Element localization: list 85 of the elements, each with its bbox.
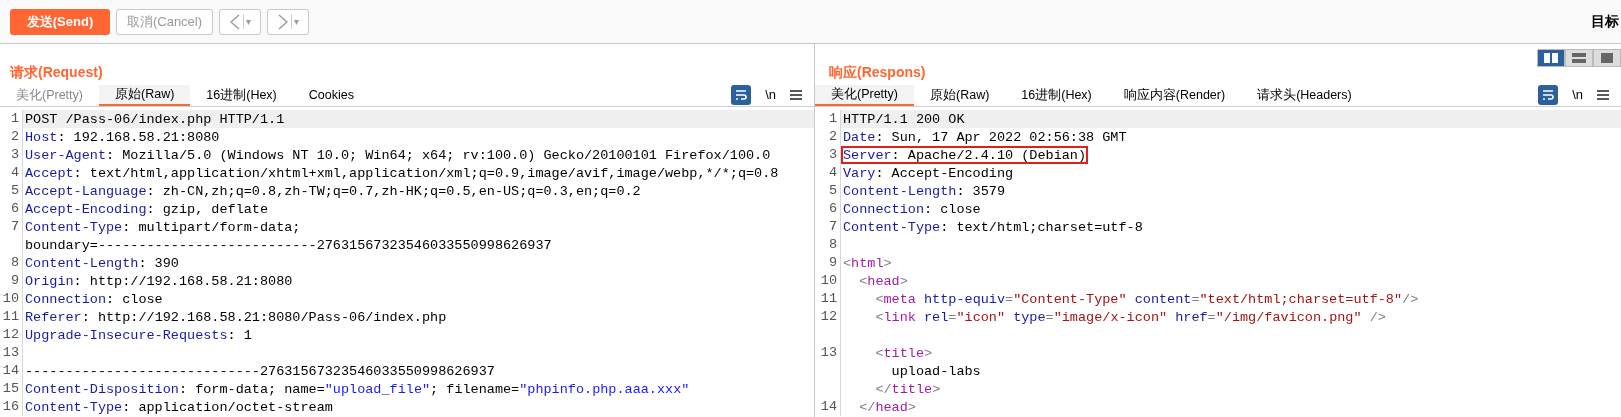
tab[interactable]: 原始(Raw) [99,85,191,106]
wrap-icon[interactable] [731,84,752,105]
code-line: Host: 192.168.58.21:8080 [24,129,221,146]
columns-icon [1544,53,1558,63]
rows-icon [1572,53,1586,63]
code-line: Upgrade-Insecure-Requests: 1 [24,327,253,344]
line-number: 15 [2,381,19,396]
tab[interactable]: 请求头(Headers) [1241,85,1368,106]
line-number: 6 [828,201,837,216]
tab[interactable]: 16进制(Hex) [190,85,293,106]
code-line: Date: Sun, 17 Apr 2022 02:56:38 GMT [842,129,1128,146]
line-number: 11 [820,291,837,306]
code-line: Content-Disposition: form-data; name="upload_file"; filename="phpinfo.php.aaa.xxx" [24,381,691,398]
line-number: 2 [828,129,837,144]
code-line: </title> [874,381,942,398]
line-number: 13 [820,345,837,360]
line-number: 10 [2,291,19,306]
line-number: 7 [10,219,19,234]
code-line: User-Agent: Mozilla/5.0 (Windows NT 10.0; Win64; x64; rv:100.0) Gecko/20100101 Firefox/100.0 [24,147,772,164]
code-line: POST /Pass-06/index.php HTTP/1.1 [24,111,286,128]
line-number: 6 [10,201,19,216]
line-number: 12 [2,327,19,342]
code-line: boundary=---------------------------27631567323546033550998626937 [24,237,553,254]
line-number: 14 [2,363,19,378]
code-line: upload-labs [890,363,982,380]
tab[interactable]: Cookies [292,85,370,106]
line-number: 3 [10,147,19,162]
line-number: 5 [828,183,837,198]
line-number: 13 [2,345,19,360]
line-number: 3 [828,147,837,162]
code-line: Accept: text/html,application/xhtml+xml,application/xml;q=0.9,image/avif,image/webp,*/*;q=0.8 [24,165,780,182]
code-line: Connection: close [24,291,164,308]
target-label: 目标 [1591,12,1619,31]
line-number: 4 [828,165,837,180]
code-line: <html> [842,255,893,272]
line-number: 4 [10,165,19,180]
line-number: 8 [10,255,19,270]
line-number: 16 [2,399,19,414]
menu-icon[interactable] [790,89,802,100]
newline-toggle[interactable]: \n [1572,84,1583,105]
tab[interactable]: 16进制(Hex) [1005,85,1108,106]
tab[interactable]: 响应内容(Render) [1107,85,1242,106]
code-line: <link rel="icon" type="image/x-icon" href="/img/favicon.png" /> [874,309,1387,326]
code-line: Accept-Encoding: gzip, deflate [24,201,270,218]
line-number: 5 [10,183,19,198]
code-line: -----------------------------27631567323546033550998626937 [24,363,496,380]
code-line: Content-Type: application/octet-stream [24,399,334,416]
newline-toggle[interactable]: \n [765,84,776,105]
back-icon [229,13,240,30]
code-line: HTTP/1.1 200 OK [842,111,966,128]
line-number: 14 [820,399,837,414]
line-number: 8 [828,237,837,252]
code-line: <title> [874,345,934,362]
line-number: 9 [828,255,837,270]
layout-toggle[interactable] [1565,49,1593,67]
forward-icon [277,13,288,30]
panel-title: 响应(Respons) [829,63,926,82]
menu-icon[interactable] [1597,89,1609,100]
code-line: <meta http-equiv="Content-Type" content="text/html;charset=utf-8"/> [874,291,1420,308]
wrap-icon[interactable] [1538,84,1559,105]
code-line: </head> [858,399,917,416]
line-number: 1 [828,111,837,126]
code-line: Referer: http://192.168.58.21:8080/Pass-06/index.php [24,309,448,326]
layout-toggle[interactable] [1537,49,1565,67]
code-line: Origin: http://192.168.58.21:8080 [24,273,294,290]
line-number: 11 [2,309,19,324]
code-line: Content-Type: multipart/form-data; [24,219,302,236]
line-number: 12 [820,309,837,324]
line-number: 2 [10,129,19,144]
line-number: 9 [10,273,19,288]
code-line: Content-Length: 3579 [842,183,1007,200]
tab[interactable]: 原始(Raw) [914,85,1006,106]
line-number: 1 [10,111,19,126]
panel-title: 请求(Request) [10,63,103,82]
code-line: Content-Type: text/html;charset=utf-8 [842,219,1144,236]
layout-toggle[interactable] [1593,49,1621,67]
code-line: Connection: close [842,201,982,218]
code-line: Vary: Accept-Encoding [842,165,1015,182]
line-number: 7 [828,219,837,234]
line-number: 10 [820,273,837,288]
tab[interactable]: 美化(Pretty) [815,85,914,106]
code-line: Content-Length: 390 [24,255,180,272]
code-line: <head> [858,273,909,290]
code-line: Accept-Language: zh-CN,zh;q=0.8,zh-TW;q=0.7,zh-HK;q=0.5,en-US;q=0.3,en;q=0.2 [24,183,642,200]
single-pane-icon [1601,53,1613,63]
